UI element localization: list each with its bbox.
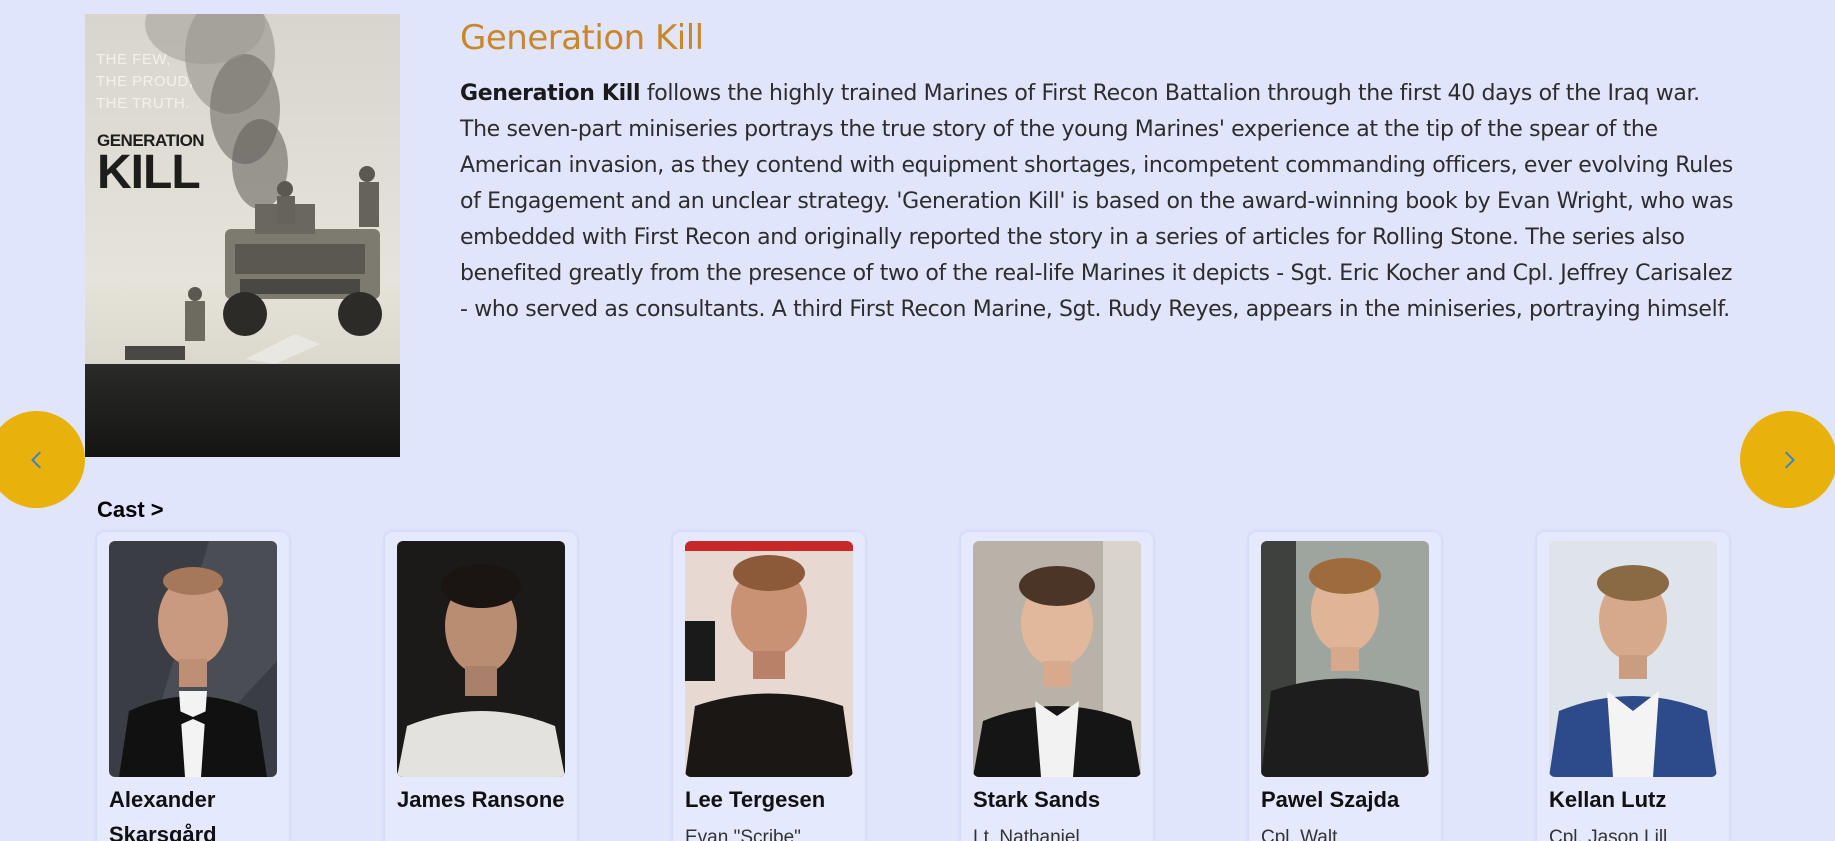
cast-card[interactable]: Kellan Lutz Cpl. Jason Lill [1537,532,1729,841]
cast-photo [1261,541,1429,777]
cast-heading-link[interactable]: Cast > [97,497,164,523]
previous-button[interactable] [0,411,85,508]
cast-name: Lee Tergesen [685,787,826,812]
cast-photo [973,541,1141,777]
next-button[interactable] [1740,411,1835,508]
cast-card[interactable]: Alexander Skarsgård [97,532,289,841]
cast-card[interactable]: Pawel Szajda Cpl. Walt [1249,532,1441,841]
cast-photo [1549,541,1717,777]
cast-role: Evan "Scribe" [685,827,801,841]
cast-photo [685,541,853,777]
cast-name: Pawel Szajda [1261,787,1400,812]
cast-photo [109,541,277,777]
cast-name: Kellan Lutz [1549,787,1667,812]
show-detail-page: THE FEW, THE PROUD, THE TRUTH. GENERATIO… [0,0,1835,841]
cast-name: Stark Sands [973,787,1101,812]
cast-card[interactable]: James Ransone [385,532,577,841]
cast-card[interactable]: Stark Sands Lt. Nathaniel [961,532,1153,841]
poster-logo-line2: KILL [97,146,201,199]
cast-role: Cpl. Jason Lill [1549,827,1668,841]
cast-card[interactable]: Lee Tergesen Evan "Scribe" [673,532,865,841]
chevron-left-icon [30,451,41,468]
poster-tagline: THE FEW, THE PROUD, THE TRUTH. [96,51,194,112]
show-description: Generation Kill follows the highly train… [460,76,1740,328]
cast-role: Cpl. Walt [1261,827,1338,841]
description-body: follows the highly trained Marines of Fi… [460,81,1734,322]
cast-name: James Ransone [397,787,565,812]
show-poster: THE FEW, THE PROUD, THE TRUTH. GENERATIO… [85,14,400,457]
cast-name: Alexander Skarsgård [109,787,217,841]
cast-role: Lt. Nathaniel [973,827,1080,841]
cast-list: Alexander Skarsgård James Ransone Lee Te… [97,532,1737,841]
cast-photo [397,541,565,777]
chevron-right-icon [1784,451,1795,468]
description-lead: Generation Kill [460,81,641,106]
poster-logo: GENERATION KILL [97,132,205,199]
show-title: Generation Kill [460,18,704,58]
